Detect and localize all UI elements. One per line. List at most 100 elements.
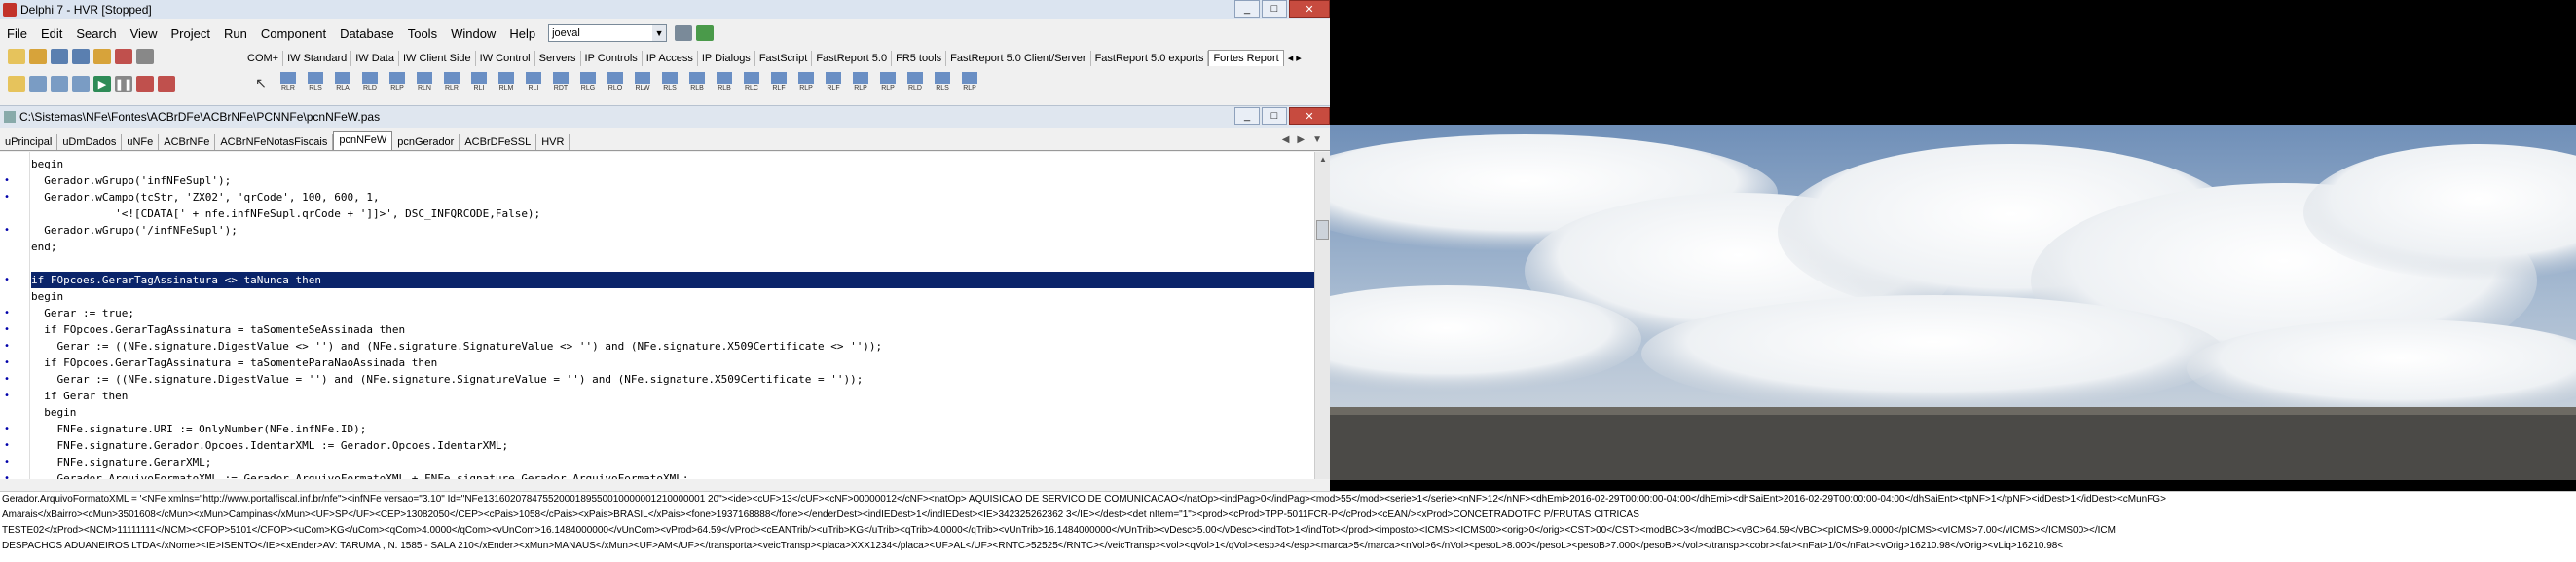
palette-tab-active[interactable]: Fortes Report — [1208, 50, 1284, 66]
breakpoint-dot-icon[interactable]: • — [4, 189, 10, 206]
code-line[interactable]: • FNFe.signature.Gerador.Opcoes.IdentarX… — [4, 437, 1314, 454]
breakpoint-dot-icon[interactable]: • — [4, 305, 10, 321]
close-button[interactable]: ✕ — [1289, 0, 1330, 18]
code-line[interactable]: • Gerador.wCampo(tcStr, 'ZX02', 'qrCode'… — [4, 189, 1314, 206]
code-line[interactable]: • Gerador.wGrupo('infNFeSupl'); — [4, 172, 1314, 189]
code-line[interactable]: begin — [31, 156, 1314, 172]
run-icon[interactable]: ▶ — [93, 76, 111, 92]
code-line[interactable] — [31, 255, 1314, 272]
palette-component-icon[interactable]: RLS — [657, 68, 682, 92]
palette-tab[interactable]: IW Client Side — [399, 51, 476, 66]
breakpoint-dot-icon[interactable]: • — [4, 470, 10, 479]
menu-file[interactable]: File — [0, 26, 34, 41]
code-line[interactable]: begin — [31, 404, 1314, 421]
code-line[interactable]: • if FOpcoes.GerarTagAssinatura = taSome… — [4, 321, 1314, 338]
palette-component-icon[interactable]: RLI — [466, 68, 492, 92]
dropdown-arrow-icon[interactable]: ▼ — [1312, 134, 1322, 145]
breakpoint-dot-icon[interactable]: • — [4, 355, 10, 371]
palette-component-icon[interactable]: RLP — [957, 68, 982, 92]
palette-component-icon[interactable]: RLR — [439, 68, 464, 92]
pointer-tool-icon[interactable]: ↖ — [248, 68, 274, 92]
code-line[interactable]: • FNFe.signature.URI := OnlyNumber(NFe.i… — [4, 421, 1314, 437]
unit-tab[interactable]: ACBrNFe — [159, 134, 216, 150]
code-line[interactable]: • if FOpcoes.GerarTagAssinatura = taSome… — [4, 355, 1314, 371]
palette-component-icon[interactable]: RLG — [575, 68, 601, 92]
desktop-layout-combo[interactable]: joeval ▼ — [548, 24, 668, 42]
menu-project[interactable]: Project — [165, 26, 217, 41]
palette-component-icon[interactable]: RLP — [385, 68, 410, 92]
menu-window[interactable]: Window — [444, 26, 502, 41]
unit-tab[interactable]: uNFe — [122, 134, 160, 150]
forward-arrow-icon[interactable]: ▶ — [1297, 134, 1305, 145]
palette-tab[interactable]: IP Controls — [581, 51, 643, 66]
palette-tab[interactable]: FastReport 5.0 — [812, 51, 893, 66]
new-icon[interactable] — [8, 49, 25, 64]
toggle-form-unit-icon[interactable] — [51, 76, 68, 92]
palette-tab[interactable]: IP Access — [643, 51, 698, 66]
save-icon[interactable] — [51, 49, 68, 64]
palette-component-icon[interactable]: RLB — [712, 68, 737, 92]
code-editor[interactable]: begin • Gerador.wGrupo('infNFeSupl'); • Ge… — [0, 152, 1314, 479]
remove-from-project-icon[interactable] — [136, 49, 154, 64]
breakpoint-dot-icon[interactable]: • — [4, 421, 10, 437]
unit-tab[interactable]: uDmDados — [57, 134, 123, 150]
code-line[interactable]: • if FOpcoes.GerarTagAssinatura <> taNunc… — [4, 272, 1314, 288]
unit-tab[interactable]: ACBrNFeNotasFiscais — [215, 134, 334, 150]
palette-component-icon[interactable]: RLD — [902, 68, 928, 92]
editor-vertical-scrollbar[interactable]: ▲ — [1314, 152, 1331, 479]
open-project-icon[interactable] — [93, 49, 111, 64]
code-line[interactable]: • FNFe.signature.GerarXML; — [4, 454, 1314, 470]
palette-tab[interactable]: FR5 tools — [892, 51, 947, 66]
open-icon[interactable] — [29, 49, 47, 64]
scroll-up-icon[interactable]: ▲ — [1315, 152, 1331, 166]
palette-tab[interactable]: FastReport 5.0 Client/Server — [946, 51, 1091, 66]
palette-component-icon[interactable]: RLP — [875, 68, 901, 92]
palette-component-icon[interactable]: RLA — [330, 68, 355, 92]
breakpoint-dot-icon[interactable]: • — [4, 272, 10, 288]
add-to-project-icon[interactable] — [115, 49, 132, 64]
palette-component-icon[interactable]: RLR — [276, 68, 301, 92]
code-line[interactable]: • Gerar := ((NFe.signature.DigestValue =… — [4, 371, 1314, 388]
maximize-button[interactable]: □ — [1262, 0, 1287, 18]
breakpoint-dot-icon[interactable]: • — [4, 388, 10, 404]
editor-minimize-button[interactable]: _ — [1234, 107, 1260, 125]
palette-component-icon[interactable]: RLP — [793, 68, 819, 92]
palette-tab[interactable]: Servers — [535, 51, 581, 66]
breakpoint-dot-icon[interactable]: • — [4, 371, 10, 388]
palette-component-icon[interactable]: RLB — [684, 68, 710, 92]
palette-tab[interactable]: IW Control — [476, 51, 535, 66]
palette-component-icon[interactable]: RLD — [357, 68, 383, 92]
unit-tab[interactable]: ACBrDFeSSL — [460, 134, 537, 150]
code-line[interactable]: '<![CDATA[' + nfe.infNFeSupl.qrCode + ']… — [31, 206, 1314, 222]
unit-tab[interactable]: uPrincipal — [0, 134, 58, 150]
palette-component-icon[interactable]: RLS — [930, 68, 955, 92]
palette-component-icon[interactable]: RLS — [303, 68, 328, 92]
breakpoint-dot-icon[interactable]: • — [4, 321, 10, 338]
palette-tab[interactable]: COM+ — [243, 51, 284, 66]
view-form-icon[interactable] — [29, 76, 47, 92]
save-desktop-icon[interactable] — [675, 25, 693, 41]
palette-component-icon[interactable]: RLW — [630, 68, 655, 92]
menu-run[interactable]: Run — [217, 26, 254, 41]
palette-component-icon[interactable]: RLP — [848, 68, 873, 92]
breakpoint-dot-icon[interactable]: • — [4, 437, 10, 454]
code-line[interactable]: • Gerador.ArquivoFormatoXML := Gerador.A… — [4, 470, 1314, 479]
code-line[interactable]: • Gerar := ((NFe.signature.DigestValue <… — [4, 338, 1314, 355]
palette-component-icon[interactable]: RLO — [603, 68, 628, 92]
menu-help[interactable]: Help — [502, 26, 542, 41]
palette-component-icon[interactable]: RDT — [548, 68, 573, 92]
view-unit-icon[interactable] — [8, 76, 25, 92]
unit-tab[interactable]: pcnGerador — [392, 134, 460, 150]
palette-component-icon[interactable]: RLF — [821, 68, 846, 92]
new-form-icon[interactable] — [72, 76, 90, 92]
palette-component-icon[interactable]: RLN — [412, 68, 437, 92]
unit-tab[interactable]: HVR — [536, 134, 570, 150]
code-line[interactable]: begin — [31, 288, 1314, 305]
palette-tab[interactable]: IW Data — [351, 51, 399, 66]
palette-tab[interactable]: FastScript — [755, 51, 813, 66]
pause-icon[interactable]: ❚❚ — [115, 76, 132, 92]
unit-tab[interactable]: pcnNFeW — [333, 131, 393, 150]
code-line[interactable]: end; — [31, 239, 1314, 255]
palette-component-icon[interactable]: RLF — [766, 68, 791, 92]
code-area[interactable]: begin • Gerador.wGrupo('infNFeSupl'); • Ge… — [4, 156, 1314, 479]
